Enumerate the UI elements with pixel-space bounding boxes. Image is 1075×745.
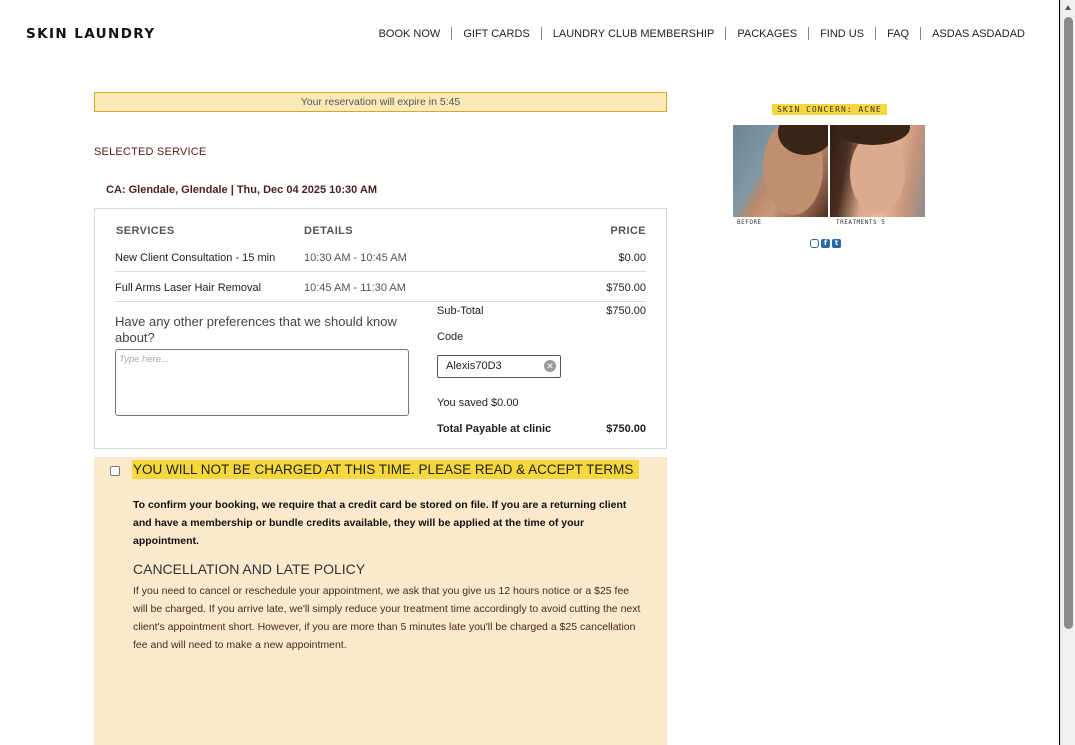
terms-panel: YOU WILL NOT BE CHARGED AT THIS TIME. PL…	[94, 457, 667, 745]
preferences-question: Have any other preferences that we shoul…	[115, 314, 397, 345]
cancellation-policy-heading: CANCELLATION AND LATE POLICY	[133, 561, 366, 577]
total-value: $750.00	[606, 423, 646, 435]
table-row: Full Arms Laser Hair Removal 10:45 AM - …	[115, 282, 646, 312]
promo-code-value: Alexis70D3	[446, 360, 502, 372]
terms-body: To confirm your booking, we require that…	[133, 499, 627, 547]
clear-icon[interactable]: ✕	[544, 360, 556, 372]
services-summary-box: SERVICES DETAILS PRICE New Client Consul…	[94, 208, 667, 449]
nav-user-account[interactable]: ASDAS ASDADAD	[921, 28, 1025, 40]
subtotal-value: $750.00	[606, 305, 646, 317]
service-time: 10:45 AM - 11:30 AM	[304, 282, 406, 294]
code-label: Code	[437, 331, 464, 343]
service-name: New Client Consultation - 15 min	[115, 252, 276, 264]
social-icons: f t	[810, 239, 841, 248]
skin-concern-tag: SKIN CONCERN: ACNE	[772, 104, 887, 115]
selected-service-heading: SELECTED SERVICE	[94, 146, 207, 158]
header-price: PRICE	[610, 225, 646, 237]
preferences-textarea[interactable]	[115, 349, 409, 416]
header-services: SERVICES	[116, 225, 175, 237]
nav-packages[interactable]: PACKAGES	[726, 28, 808, 40]
nav-find-us[interactable]: FIND US	[809, 28, 875, 40]
service-price: $750.00	[606, 282, 646, 294]
twitter-icon[interactable]: t	[832, 239, 841, 248]
header-details: DETAILS	[304, 225, 354, 237]
location-datetime: CA: Glendale, Glendale | Thu, Dec 04 202…	[106, 184, 378, 196]
subtotal-label: Sub-Total	[437, 305, 484, 317]
promo-code-input[interactable]: Alexis70D3 ✕	[437, 355, 561, 378]
nav-book-now[interactable]: BOOK NOW	[368, 28, 452, 40]
after-photo	[830, 125, 925, 217]
total-label: Total Payable at clinic	[437, 423, 552, 435]
table-row: New Client Consultation - 15 min 10:30 A…	[115, 252, 646, 282]
terms-heading: YOU WILL NOT BE CHARGED AT THIS TIME. PL…	[132, 460, 639, 479]
reservation-expire-banner: Your reservation will expire in 5:45	[94, 92, 667, 112]
cancellation-policy-body: If you need to cancel or reschedule your…	[133, 585, 641, 651]
site-logo[interactable]: SKIN LAUNDRY	[26, 26, 156, 42]
nav-gift-cards[interactable]: GIFT CARDS	[452, 28, 540, 40]
service-price: $0.00	[618, 252, 646, 264]
main-nav: BOOK NOW GIFT CARDS LAUNDRY CLUB MEMBERS…	[368, 27, 1025, 40]
scroll-up-icon[interactable]	[1065, 5, 1071, 10]
row-divider	[115, 271, 646, 272]
saved-text: You saved $0.00	[437, 397, 519, 409]
service-name: Full Arms Laser Hair Removal	[115, 282, 262, 294]
facebook-icon[interactable]: f	[821, 239, 830, 248]
scroll-thumb[interactable]	[1064, 17, 1073, 629]
nav-faq[interactable]: FAQ	[876, 28, 920, 40]
row-divider	[115, 301, 646, 302]
accept-terms-checkbox[interactable]	[110, 466, 120, 476]
instagram-icon[interactable]	[810, 239, 819, 248]
service-time: 10:30 AM - 10:45 AM	[304, 252, 407, 264]
vertical-scrollbar[interactable]	[1060, 0, 1075, 745]
before-photo	[733, 125, 828, 217]
before-caption: BEFORE	[737, 219, 762, 226]
after-caption: TREATMENTS 5	[836, 219, 886, 226]
nav-laundry-club-membership[interactable]: LAUNDRY CLUB MEMBERSHIP	[542, 28, 726, 40]
